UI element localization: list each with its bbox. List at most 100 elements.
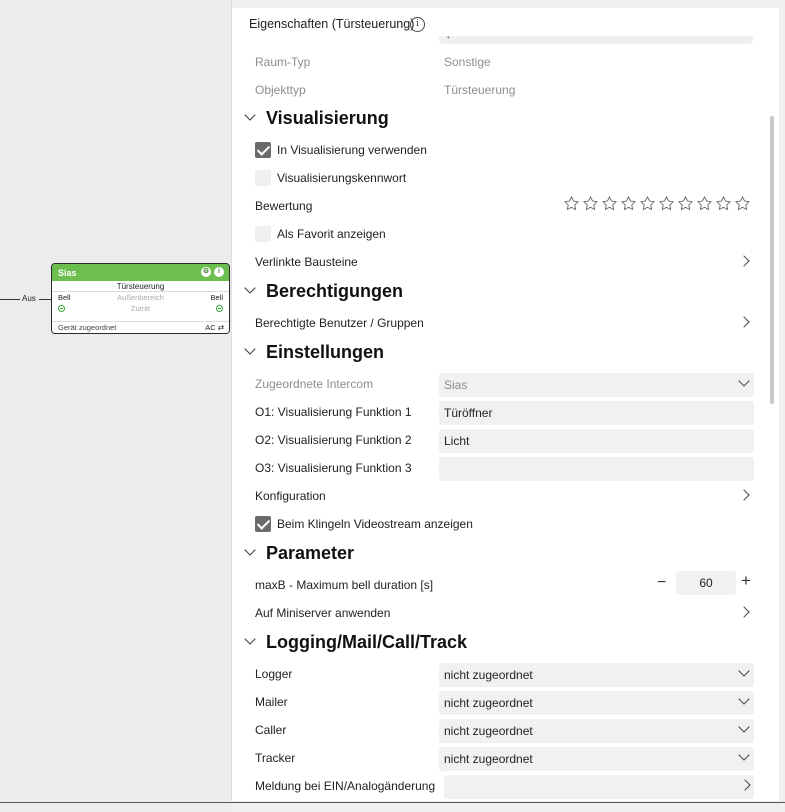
logger-select[interactable]: nicht zugeordnet [439, 663, 754, 687]
caller-select[interactable]: nicht zugeordnet [439, 719, 754, 743]
checkbox-row-videostream[interactable]: Beim Klingeln Videostream anzeigen [255, 513, 753, 535]
chevron-down-icon [738, 721, 750, 733]
section-title: Visualisierung [266, 108, 389, 128]
panel-top-bar [232, 0, 779, 8]
o1-row: O1: Visualisierung Funktion 1 Türöffner [255, 401, 754, 425]
checkbox-label: Beim Klingeln Videostream anzeigen [277, 517, 473, 531]
chevron-right-icon[interactable] [738, 255, 750, 267]
info-icon[interactable]: i [214, 267, 224, 277]
add-output-icon[interactable] [216, 303, 223, 314]
decrement-button[interactable]: − [657, 574, 671, 592]
chevron-down-icon [738, 375, 750, 387]
info-icon[interactable]: i [410, 17, 425, 32]
chevron-down-icon [244, 343, 256, 355]
chevron-down-icon [244, 109, 256, 121]
maxb-value-input[interactable]: 60 [676, 571, 736, 595]
linked-blocks-label: Verlinkte Bausteine [255, 255, 358, 269]
checkbox-row-vis-password[interactable]: Visualisierungskennwort [255, 167, 753, 189]
logger-label: Logger [255, 667, 293, 681]
intercom-select[interactable]: Sias [439, 373, 754, 397]
permitted-users-row[interactable]: Berechtigte Benutzer / Gruppen [255, 312, 753, 334]
star-icon[interactable] [563, 195, 580, 212]
checkbox-row-use-in-vis[interactable]: In Visualisierung verwenden [255, 139, 753, 161]
block-footer: Gerät zugeordnet AC ⇄ [52, 321, 229, 333]
device-assigned-label: Gerät zugeordnet [58, 323, 117, 332]
mailer-select[interactable]: nicht zugeordnet [439, 691, 754, 715]
o2-row: O2: Visualisierung Funktion 2 Licht [255, 429, 754, 453]
chevron-down-icon [738, 665, 750, 677]
tracker-label: Tracker [255, 751, 296, 765]
o2-value: Licht [444, 434, 470, 448]
o2-label: O2: Visualisierung Funktion 2 [255, 433, 412, 447]
section-title: Logging/Mail/Call/Track [266, 632, 468, 652]
star-icon[interactable] [639, 195, 656, 212]
checkbox-row-favorite[interactable]: Als Favorit anzeigen [255, 223, 753, 245]
chevron-right-icon[interactable] [738, 489, 750, 501]
divider [0, 802, 785, 803]
property-row-object-type: Objekttyp Türsteuerung [255, 79, 753, 101]
o3-input[interactable] [439, 457, 754, 481]
scrollbar[interactable] [770, 116, 774, 404]
vis-password-checkbox[interactable] [255, 170, 271, 186]
input-connection-line [39, 299, 51, 300]
block-output-bell[interactable]: Bell [210, 292, 223, 303]
videostream-checkbox[interactable] [255, 516, 271, 532]
caller-label: Caller [255, 723, 287, 737]
room-type-label: Raum-Typ [255, 55, 311, 69]
block-io-row: Bell Außenbereich Bell [52, 292, 229, 303]
canvas-area[interactable]: Aus Sias ⚙ i Türsteuerung Bell Außenbere… [0, 0, 231, 812]
input-label-aus[interactable]: Aus [22, 294, 36, 303]
configuration-row[interactable]: Konfiguration [255, 485, 753, 507]
hidden-field-text: • [447, 33, 450, 42]
o1-value: Türöffner [444, 406, 493, 420]
logger-row: Logger nicht zugeordnet [255, 663, 754, 687]
chevron-right-icon[interactable] [738, 606, 750, 618]
chevron-right-icon[interactable] [739, 779, 751, 791]
caller-row: Caller nicht zugeordnet [255, 719, 754, 743]
increment-button[interactable]: + [741, 571, 751, 591]
use-in-vis-checkbox[interactable] [255, 142, 271, 158]
star-icon[interactable] [620, 195, 637, 212]
star-icon[interactable] [677, 195, 694, 212]
function-block-sias[interactable]: Sias ⚙ i Türsteuerung Bell Außenbereich … [51, 263, 230, 334]
rating-row: Bewertung [255, 195, 753, 217]
ac-swap-label[interactable]: AC ⇄ [205, 322, 224, 333]
chevron-right-icon[interactable] [738, 316, 750, 328]
tracker-select[interactable]: nicht zugeordnet [439, 747, 754, 771]
star-icon[interactable] [715, 195, 732, 212]
star-icon[interactable] [734, 195, 751, 212]
intercom-label: Zugeordnete Intercom [255, 377, 374, 391]
input-connection-line [0, 299, 20, 300]
apply-miniserver-row[interactable]: Auf Miniserver anwenden [255, 602, 753, 624]
block-center-label: Außenbereich [117, 293, 164, 302]
block-type-label: Türsteuerung [52, 281, 229, 292]
object-type-value: Türsteuerung [444, 83, 516, 97]
mailer-value: nicht zugeordnet [444, 696, 533, 710]
star-icon[interactable] [696, 195, 713, 212]
favorite-checkbox[interactable] [255, 226, 271, 242]
maxb-label: maxB - Maximum bell duration [s] [255, 578, 434, 592]
star-icon[interactable] [658, 195, 675, 212]
o2-input[interactable]: Licht [439, 429, 754, 453]
linked-blocks-row[interactable]: Verlinkte Bausteine [255, 251, 753, 273]
intercom-value: Sias [444, 378, 468, 392]
rating-label: Bewertung [255, 199, 313, 213]
checkbox-label: Als Favorit anzeigen [277, 227, 386, 241]
meldung-row: Meldung bei EIN/Analogänderung [255, 775, 754, 799]
o1-input[interactable]: Türöffner [439, 401, 754, 425]
chevron-down-icon [244, 544, 256, 556]
gear-icon[interactable]: ⚙ [201, 267, 211, 277]
block-header[interactable]: Sias ⚙ i [52, 264, 229, 281]
meldung-field[interactable] [444, 775, 754, 799]
star-icon[interactable] [601, 195, 618, 212]
rating-stars[interactable] [563, 195, 751, 212]
partially-hidden-field[interactable]: • [439, 33, 753, 44]
o3-row: O3: Visualisierung Funktion 3 [255, 457, 754, 481]
mailer-label: Mailer [255, 695, 288, 709]
section-title: Parameter [266, 543, 355, 563]
intercom-row: Zugeordnete Intercom Sias [255, 373, 754, 397]
room-type-value: Sonstige [444, 55, 491, 69]
tracker-value: nicht zugeordnet [444, 752, 533, 766]
chevron-down-icon [244, 282, 256, 294]
star-icon[interactable] [582, 195, 599, 212]
